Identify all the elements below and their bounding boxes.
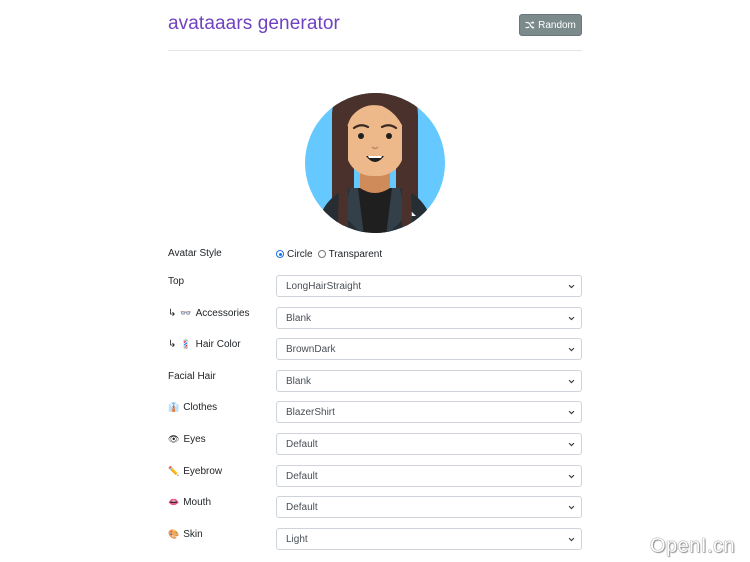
mouth-row: 👄 Mouth Default <box>168 496 582 518</box>
hair-color-row: ↳ 💈 Hair Color BrownDark <box>168 338 582 360</box>
eyebrow-row: ✏️ Eyebrow Default <box>168 465 582 487</box>
sub-option-arrow: ↳ <box>168 308 177 319</box>
skin-label: 🎨 Skin <box>168 529 203 540</box>
accessories-select-value: Blank <box>286 312 312 324</box>
chevron-down-icon <box>568 410 575 415</box>
mouth-emoji-icon: 👄 <box>168 497 180 507</box>
chevron-down-icon <box>568 537 575 542</box>
sub-option-arrow: ↳ <box>168 339 177 350</box>
avatar-teeth <box>368 156 382 158</box>
chevron-down-icon <box>568 379 575 384</box>
mouth-label-text: Mouth <box>183 497 212 508</box>
top-row: Top LongHairStraight <box>168 275 582 297</box>
hair-color-label: ↳ 💈 Hair Color <box>168 339 241 350</box>
eyebrow-label-text: Eyebrow <box>183 466 223 477</box>
eyes-select[interactable]: Default <box>276 433 582 455</box>
avatar-style-row: Avatar Style Circle Transparent <box>168 246 582 268</box>
clothes-select-value: BlazerShirt <box>286 406 335 418</box>
watermark: OpenI.cn <box>650 535 736 557</box>
accessories-row: ↳ 👓 Accessories Blank <box>168 307 582 329</box>
facial-hair-row: Facial Hair Blank <box>168 370 582 392</box>
accessories-select[interactable]: Blank <box>276 307 582 329</box>
skin-select[interactable]: Light <box>276 528 582 550</box>
facial-hair-label-text: Facial Hair <box>168 371 216 382</box>
facial-hair-label: Facial Hair <box>168 371 216 382</box>
shuffle-icon <box>525 20 535 30</box>
avatar-style-label: Avatar Style <box>168 248 222 259</box>
accessories-emoji-icon: 👓 <box>180 308 192 318</box>
chevron-down-icon <box>568 474 575 479</box>
eyes-select-value: Default <box>286 438 318 450</box>
eyes-label-text: Eyes <box>183 434 206 445</box>
facial-hair-select[interactable]: Blank <box>276 370 582 392</box>
clothes-select[interactable]: BlazerShirt <box>276 401 582 423</box>
chevron-down-icon <box>568 284 575 289</box>
skin-select-value: Light <box>286 533 308 545</box>
random-button[interactable]: Random <box>519 14 582 36</box>
eyebrow-label: ✏️ Eyebrow <box>168 466 222 477</box>
skin-emoji-icon: 🎨 <box>168 529 180 539</box>
hair-color-select[interactable]: BrownDark <box>276 338 582 360</box>
mouth-select[interactable]: Default <box>276 496 582 518</box>
top-label-text: Top <box>168 276 185 287</box>
skin-row: 🎨 Skin Light <box>168 528 582 550</box>
clothes-label: 👔 Clothes <box>168 402 217 413</box>
eyebrow-emoji-icon: ✏️ <box>168 466 180 476</box>
mouth-select-value: Default <box>286 501 318 513</box>
eyebrow-select[interactable]: Default <box>276 465 582 487</box>
eyes-row: 👁 Eyes Default <box>168 433 582 455</box>
avatar-style-radio-group: Circle Transparent <box>276 247 382 261</box>
clothes-row: 👔 Clothes BlazerShirt <box>168 401 582 423</box>
chevron-down-icon <box>568 316 575 321</box>
transparent-radio-label[interactable]: Transparent <box>329 249 383 260</box>
transparent-radio[interactable] <box>317 250 326 258</box>
accessories-label-text: Accessories <box>195 308 250 319</box>
skin-label-text: Skin <box>183 529 203 540</box>
hair-color-select-value: BrownDark <box>286 343 336 355</box>
mouth-label: 👄 Mouth <box>168 497 211 508</box>
hair-color-label-text: Hair Color <box>195 339 241 350</box>
facial-hair-select-value: Blank <box>286 375 312 387</box>
page-title: avataaars generator <box>168 13 340 34</box>
chevron-down-icon <box>568 442 575 447</box>
avatar <box>302 76 448 238</box>
eyes-label: 👁 Eyes <box>168 434 206 445</box>
clothes-emoji-icon: 👔 <box>168 402 180 412</box>
circle-radio[interactable] <box>276 250 284 258</box>
page: avataaars generator Random Avatar Style … <box>0 0 750 562</box>
circle-radio-label[interactable]: Circle <box>287 249 313 260</box>
eyebrow-select-value: Default <box>286 470 318 482</box>
avatar-eye-right <box>386 133 392 139</box>
chevron-down-icon <box>568 347 575 352</box>
top-label: Top <box>168 276 184 287</box>
clothes-label-text: Clothes <box>183 402 218 413</box>
eyes-emoji-icon: 👁 <box>168 434 180 444</box>
top-select-value: LongHairStraight <box>286 280 362 292</box>
top-select[interactable]: LongHairStraight <box>276 275 582 297</box>
avatar-eye-left <box>358 133 364 139</box>
random-button-label: Random <box>538 19 576 31</box>
hair-color-emoji-icon: 💈 <box>180 339 192 349</box>
accessories-label: ↳ 👓 Accessories <box>168 308 250 319</box>
header: avataaars generator Random <box>168 0 582 51</box>
chevron-down-icon <box>568 505 575 510</box>
